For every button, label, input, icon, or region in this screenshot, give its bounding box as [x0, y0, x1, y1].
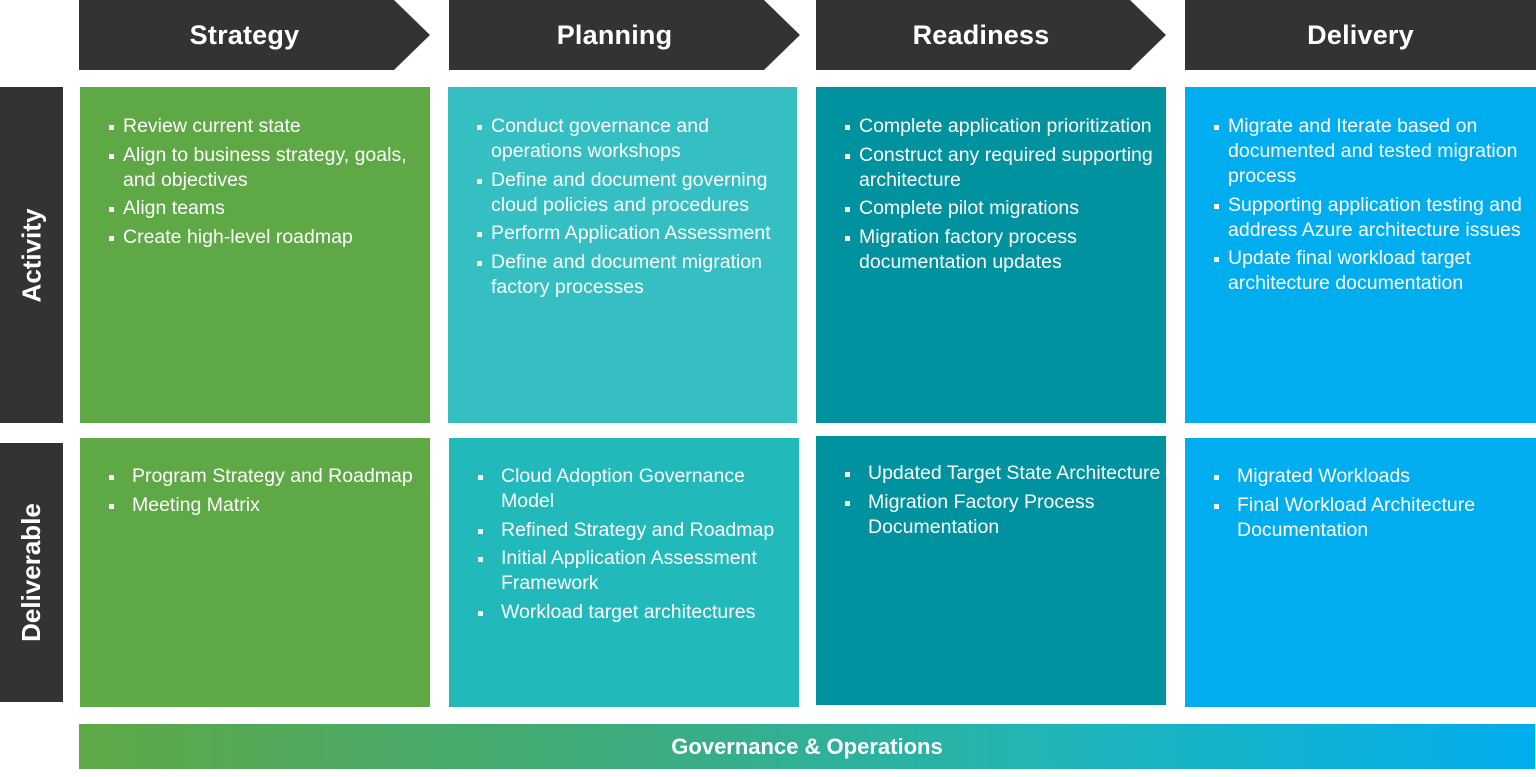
list-item: Complete application prioritization	[845, 114, 1166, 139]
phase-header-planning: Planning	[449, 0, 800, 70]
activity-cell-delivery: Migrate and Iterate based on documented …	[1185, 87, 1536, 423]
list-item: Create high-level roadmap	[109, 225, 430, 250]
phase-title: Strategy	[189, 19, 300, 50]
list-item: Define and document governing cloud poli…	[477, 168, 797, 218]
list-item: Conduct governance and operations worksh…	[477, 114, 797, 164]
list-item: Migration Factory Process Documentation	[845, 490, 1166, 540]
list-item: Perform Application Assessment	[477, 221, 797, 246]
list-item: Final Workload Architecture Documentatio…	[1214, 493, 1536, 543]
activity-list: Review current state Align to business s…	[109, 114, 430, 250]
deliverable-cell-planning: Cloud Adoption Governance Model Refined …	[449, 438, 799, 707]
activity-list: Migrate and Iterate based on documented …	[1214, 114, 1536, 296]
list-item: Define and document migration factory pr…	[477, 250, 797, 300]
phase-header-strategy: Strategy	[79, 0, 430, 70]
deliverable-list: Updated Target State Architecture Migrat…	[845, 461, 1166, 540]
deliverable-list: Migrated Workloads Final Workload Archit…	[1214, 464, 1536, 543]
list-item: Meeting Matrix	[109, 493, 430, 518]
list-item: Initial Application Assessment Framework	[478, 546, 799, 596]
list-item: Supporting application testing and addre…	[1214, 193, 1536, 243]
list-item: Construct any required supporting archit…	[845, 143, 1166, 193]
governance-operations-label: Governance & Operations	[671, 733, 943, 759]
deliverable-list: Cloud Adoption Governance Model Refined …	[478, 464, 799, 625]
list-item: Program Strategy and Roadmap	[109, 464, 430, 489]
deliverable-cell-readiness: Updated Target State Architecture Migrat…	[816, 436, 1166, 705]
list-item: Migrated Workloads	[1214, 464, 1536, 489]
list-item: Review current state	[109, 114, 430, 139]
row-label-activity: Activity	[0, 87, 63, 423]
activity-cell-planning: Conduct governance and operations worksh…	[448, 87, 797, 423]
list-item: Cloud Adoption Governance Model	[478, 464, 799, 514]
list-item: Update final workload target architectur…	[1214, 246, 1536, 296]
deliverable-cell-strategy: Program Strategy and Roadmap Meeting Mat…	[80, 438, 430, 707]
deliverable-cell-delivery: Migrated Workloads Final Workload Archit…	[1185, 438, 1536, 707]
list-item: Migrate and Iterate based on documented …	[1214, 114, 1536, 189]
phase-header-readiness: Readiness	[816, 0, 1166, 70]
row-label-deliverable: Deliverable	[0, 443, 63, 702]
list-item: Workload target architectures	[478, 600, 799, 625]
activity-cell-readiness: Complete application prioritization Cons…	[816, 87, 1166, 423]
activity-list: Conduct governance and operations worksh…	[477, 114, 797, 300]
phase-title: Planning	[556, 19, 673, 50]
list-item: Refined Strategy and Roadmap	[478, 518, 799, 543]
phase-header-delivery: Delivery	[1185, 0, 1536, 70]
list-item: Complete pilot migrations	[845, 196, 1166, 221]
activity-list: Complete application prioritization Cons…	[845, 114, 1166, 275]
activity-cell-strategy: Review current state Align to business s…	[80, 87, 430, 423]
list-item: Migration factory process documentation …	[845, 225, 1166, 275]
deliverable-list: Program Strategy and Roadmap Meeting Mat…	[109, 464, 430, 518]
list-item: Align to business strategy, goals, and o…	[109, 143, 430, 193]
list-item: Align teams	[109, 196, 430, 221]
row-label-text: Activity	[16, 208, 47, 302]
phase-title: Readiness	[912, 19, 1050, 50]
list-item: Updated Target State Architecture	[845, 461, 1166, 486]
phase-title: Delivery	[1307, 19, 1414, 50]
row-label-text: Deliverable	[16, 503, 46, 642]
governance-operations-bar: Governance & Operations	[79, 724, 1535, 769]
